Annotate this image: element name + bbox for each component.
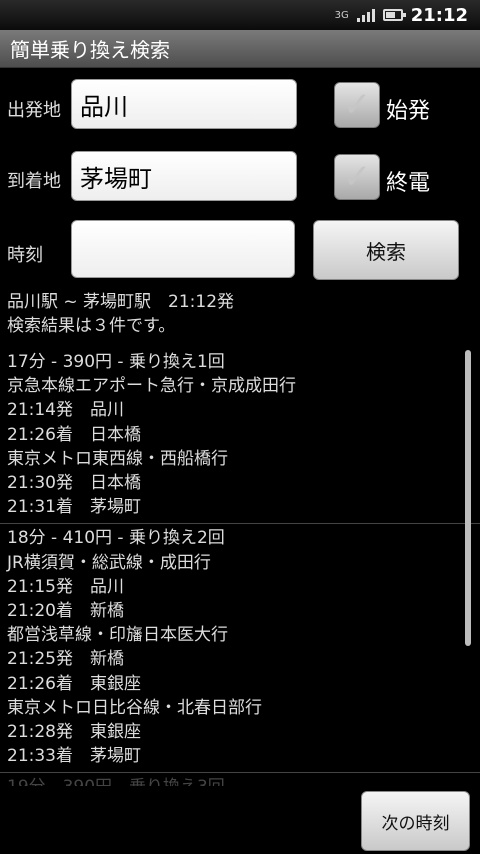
- results-scrollbar[interactable]: [465, 350, 471, 646]
- departure-time: 21:15発 品川: [7, 576, 124, 597]
- signal-icon: [356, 8, 375, 22]
- result-header: 17分 - 390円 - 乗り換え1回: [7, 352, 225, 372]
- last-train-label: 終電: [386, 171, 431, 196]
- first-train-label: 始発: [386, 99, 431, 124]
- network-type: 3G: [334, 9, 349, 21]
- result-header: 19分 - 390円 - 乗り換え3回: [7, 775, 480, 786]
- app-title: 簡単乗り換え検索: [0, 30, 480, 68]
- first-train-checkbox[interactable]: ✓: [334, 82, 380, 128]
- arrival-time: 21:26着 日本橋: [7, 424, 141, 445]
- departure-time: 21:28発 東銀座: [7, 722, 141, 743]
- route-line: JR横須賀・総武線・成田行: [7, 552, 211, 573]
- next-time-button[interactable]: 次の時刻: [361, 791, 470, 851]
- arrival-time: 21:26着 東銀座: [7, 673, 141, 694]
- clock: 21:12: [410, 4, 468, 26]
- last-train-checkbox[interactable]: ✓: [334, 154, 380, 200]
- departure-time: 21:30発 日本橋: [7, 473, 141, 494]
- departure-input[interactable]: 品川: [71, 79, 297, 129]
- arrival-time: 21:33着 茅場町: [7, 746, 141, 767]
- route-summary: 品川駅 ~ 茅場町駅 21:12発: [7, 292, 235, 312]
- time-label: 時刻: [7, 245, 43, 266]
- search-button[interactable]: 検索: [313, 220, 459, 280]
- battery-icon: [382, 9, 406, 21]
- result-item[interactable]: 17分 - 390円 - 乗り換え1回 京急本線エアポート急行・京成成田行 21…: [0, 348, 480, 525]
- check-icon: ✓: [342, 85, 372, 125]
- departure-label: 出発地: [7, 100, 61, 121]
- check-icon: ✓: [342, 157, 372, 197]
- result-item[interactable]: 18分 - 410円 - 乗り換え2回 JR横須賀・総武線・成田行 21:15発…: [0, 524, 480, 774]
- arrival-time: 21:20着 新橋: [7, 601, 124, 622]
- departure-time: 21:14発 品川: [7, 400, 124, 421]
- route-line: 都営浅草線・印旛日本医大行: [7, 625, 228, 646]
- result-count: 検索結果は３件です。: [7, 316, 176, 336]
- route-line: 東京メトロ日比谷線・北春日部行: [7, 697, 262, 718]
- route-line: 京急本線エアポート急行・京成成田行: [7, 376, 296, 397]
- result-header: 18分 - 410円 - 乗り換え2回: [7, 528, 225, 549]
- status-bar: 3G 21:12: [0, 0, 480, 30]
- search-summary: 品川駅 ~ 茅場町駅 21:12発 検索結果は３件です。: [7, 290, 234, 338]
- result-item[interactable]: 19分 - 390円 - 乗り換え3回: [0, 773, 480, 786]
- arrival-input[interactable]: 茅場町: [71, 151, 297, 201]
- arrival-label: 到着地: [7, 171, 61, 192]
- route-line: 東京メトロ東西線・西船橋行: [7, 448, 228, 469]
- results-list[interactable]: 17分 - 390円 - 乗り換え1回 京急本線エアポート急行・京成成田行 21…: [0, 348, 480, 786]
- arrival-time: 21:31着 茅場町: [7, 497, 141, 518]
- departure-time: 21:25発 新橋: [7, 649, 124, 670]
- time-input[interactable]: [71, 220, 295, 278]
